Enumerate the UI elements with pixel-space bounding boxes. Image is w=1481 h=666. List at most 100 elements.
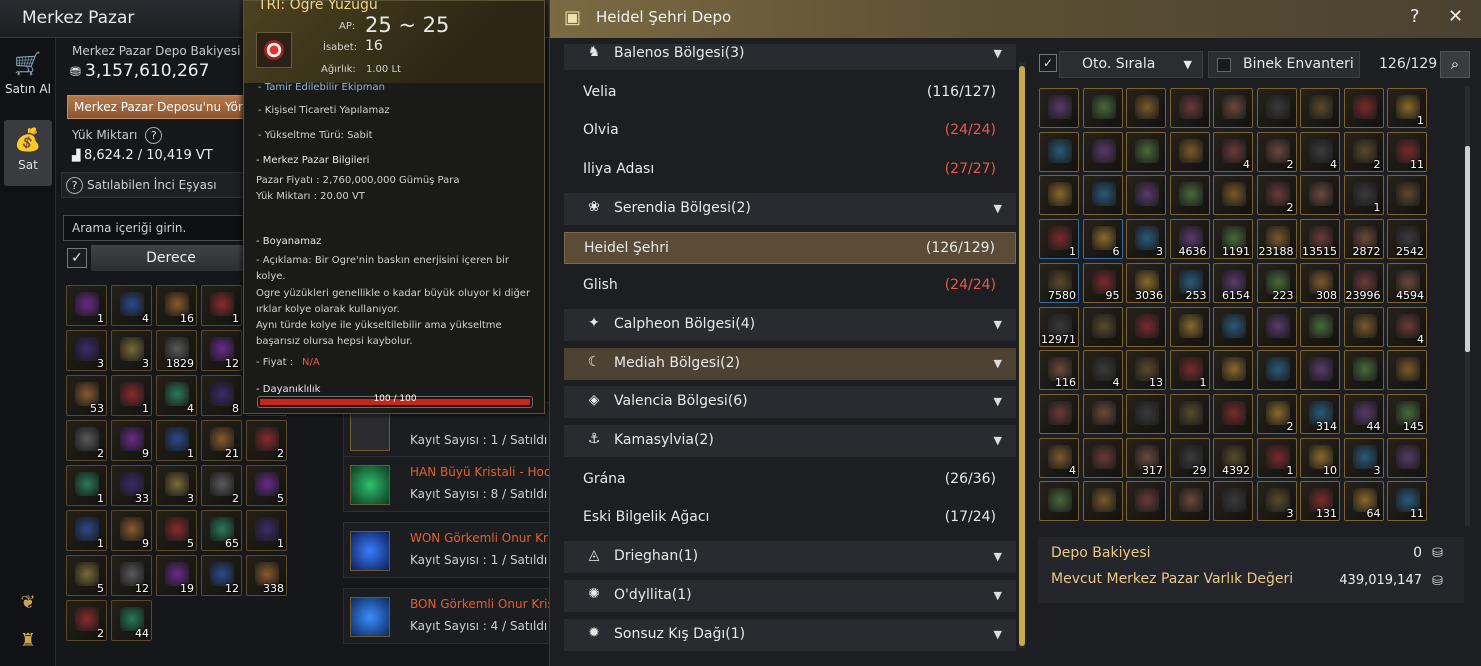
- storage-slot[interactable]: 2: [1256, 131, 1297, 172]
- inventory-slot[interactable]: 1: [246, 510, 287, 551]
- inventory-slot[interactable]: 3: [66, 330, 107, 371]
- storage-title-bar[interactable]: ▣ Heidel Şehri Depo ? ✕: [550, 0, 1481, 38]
- storage-slot[interactable]: [1169, 131, 1210, 172]
- storage-slot[interactable]: 2: [1256, 393, 1297, 434]
- inventory-slot[interactable]: 2: [201, 465, 242, 506]
- storage-slot[interactable]: [1082, 131, 1123, 172]
- inventory-slot[interactable]: 338: [246, 555, 287, 596]
- storage-slot[interactable]: 145: [1387, 393, 1427, 434]
- inventory-slot[interactable]: 5: [66, 555, 107, 596]
- storage-slot[interactable]: [1300, 175, 1340, 216]
- storage-slot[interactable]: 223: [1256, 262, 1297, 303]
- storage-slot[interactable]: [1039, 131, 1079, 172]
- sell-tab[interactable]: 💰 Sat: [4, 120, 52, 186]
- storage-slot[interactable]: 11: [1387, 481, 1427, 522]
- storage-slot[interactable]: 13: [1126, 350, 1166, 391]
- storage-slot[interactable]: [1082, 393, 1123, 434]
- storage-slot[interactable]: 3: [1343, 437, 1384, 478]
- storage-slot[interactable]: 1191: [1213, 219, 1253, 260]
- inventory-slot[interactable]: 2: [66, 420, 107, 461]
- sort-grade-button[interactable]: Derece: [91, 245, 251, 271]
- inventory-slot[interactable]: 2: [246, 420, 287, 461]
- storage-slot[interactable]: [1169, 88, 1210, 128]
- mount-inventory-toggle[interactable]: Binek Envanteri: [1208, 51, 1360, 78]
- storage-slot[interactable]: [1082, 88, 1123, 128]
- scrollbar-thumb[interactable]: [1019, 66, 1025, 646]
- region-header[interactable]: ◈ Valencia Bölgesi(6) ▼: [564, 386, 1016, 419]
- storage-slot[interactable]: 131: [1300, 481, 1340, 522]
- inventory-slot[interactable]: 12: [201, 555, 242, 596]
- storage-slot[interactable]: [1126, 88, 1166, 128]
- storage-slot[interactable]: 11: [1387, 131, 1427, 172]
- buy-tab[interactable]: 🛒 Satın Al: [4, 44, 52, 110]
- storage-slot[interactable]: 95: [1082, 262, 1123, 303]
- storage-slot[interactable]: 308: [1300, 262, 1340, 303]
- listing-row[interactable]: BON Görkemli Onur Kris Kayıt Sayısı : 4 …: [343, 588, 555, 644]
- storage-slot[interactable]: [1256, 88, 1297, 128]
- storage-slot[interactable]: 23188: [1256, 219, 1297, 260]
- inventory-slot[interactable]: 1: [156, 420, 197, 461]
- market-deposit-button[interactable]: Merkez Pazar Deposu'nu Yön: [67, 95, 247, 119]
- storage-slot[interactable]: 317: [1126, 437, 1166, 478]
- storage-slot[interactable]: 23996: [1343, 262, 1384, 303]
- mount-inventory-checkbox[interactable]: [1217, 58, 1231, 72]
- storage-slot[interactable]: 3036: [1126, 262, 1166, 303]
- storage-slot[interactable]: [1126, 131, 1166, 172]
- storage-slot[interactable]: [1082, 306, 1123, 347]
- storage-slot[interactable]: 1: [1343, 175, 1384, 216]
- storage-slot[interactable]: [1169, 481, 1210, 522]
- storage-slot[interactable]: 4: [1213, 131, 1253, 172]
- sellable-pearl-items[interactable]: ? Satılabilen İnci Eşyası: [61, 172, 251, 198]
- storage-slot[interactable]: 253: [1169, 262, 1210, 303]
- backpack-icon[interactable]: ♜: [16, 630, 40, 654]
- region-header[interactable]: ◬ Drieghan(1) ▼: [564, 541, 1016, 574]
- storage-city-item[interactable]: Olvia (24/24): [564, 115, 1016, 147]
- storage-slot[interactable]: [1343, 306, 1384, 347]
- tree-icon[interactable]: ❦: [16, 592, 40, 616]
- region-scrollbar[interactable]: [1019, 62, 1025, 648]
- storage-slot[interactable]: [1343, 350, 1384, 391]
- storage-slot[interactable]: [1082, 481, 1123, 522]
- storage-city-item[interactable]: Iliya Adası (27/27): [564, 154, 1016, 186]
- region-header[interactable]: ☾ Mediah Bölgesi(2) ▼: [564, 347, 1016, 380]
- storage-slot[interactable]: [1039, 481, 1079, 522]
- inventory-slot[interactable]: 53: [66, 375, 107, 416]
- storage-slot[interactable]: 4: [1039, 437, 1079, 478]
- storage-slot[interactable]: [1213, 175, 1253, 216]
- storage-slot[interactable]: 29: [1169, 437, 1210, 478]
- help-icon[interactable]: ?: [145, 127, 163, 144]
- region-header[interactable]: ✦ Calpheon Bölgesi(4) ▼: [564, 308, 1016, 341]
- inventory-slot[interactable]: 9: [111, 510, 152, 551]
- inventory-slot[interactable]: 1829: [156, 330, 197, 371]
- storage-slot[interactable]: 1: [1169, 350, 1210, 391]
- inventory-slot[interactable]: 21: [201, 420, 242, 461]
- storage-slot[interactable]: 13515: [1300, 219, 1340, 260]
- storage-slot[interactable]: [1300, 306, 1340, 347]
- region-header[interactable]: ✹ Sonsuz Kış Dağı(1) ▼: [564, 618, 1016, 651]
- inventory-slot[interactable]: 4: [156, 375, 197, 416]
- storage-slot[interactable]: [1082, 175, 1123, 216]
- storage-slot[interactable]: 6: [1082, 219, 1123, 260]
- storage-slot[interactable]: 7580: [1039, 262, 1079, 303]
- storage-slot[interactable]: [1126, 175, 1166, 216]
- listing-row[interactable]: WON Görkemli Onur Kri Kayıt Sayısı : 1 /…: [343, 522, 555, 578]
- storage-slot[interactable]: [1387, 175, 1427, 216]
- inventory-slot[interactable]: 1: [66, 465, 107, 506]
- inventory-slot[interactable]: 4: [111, 285, 152, 326]
- storage-slot[interactable]: [1126, 306, 1166, 347]
- storage-slot[interactable]: [1126, 481, 1166, 522]
- inventory-slot[interactable]: 3: [156, 465, 197, 506]
- listing-row[interactable]: HAN Büyü Kristali - Hoc Kayıt Sayısı : 8…: [343, 456, 555, 512]
- storage-slot[interactable]: [1039, 175, 1079, 216]
- region-header[interactable]: ⚓ Kamasylvia(2) ▼: [564, 425, 1016, 457]
- auto-sort-checkbox[interactable]: ✓: [1039, 54, 1057, 72]
- region-header[interactable]: ♞ Balenos Bölgesi(3) ▼: [564, 44, 1016, 70]
- storage-slot[interactable]: 4: [1387, 306, 1427, 347]
- storage-slot[interactable]: [1039, 88, 1079, 128]
- storage-slot[interactable]: [1039, 393, 1079, 434]
- storage-slot[interactable]: 12971: [1039, 306, 1079, 347]
- inventory-slot[interactable]: 5: [156, 510, 197, 551]
- storage-slot[interactable]: 1: [1387, 88, 1427, 128]
- storage-slot[interactable]: 2: [1343, 131, 1384, 172]
- inventory-slot[interactable]: 19: [156, 555, 197, 596]
